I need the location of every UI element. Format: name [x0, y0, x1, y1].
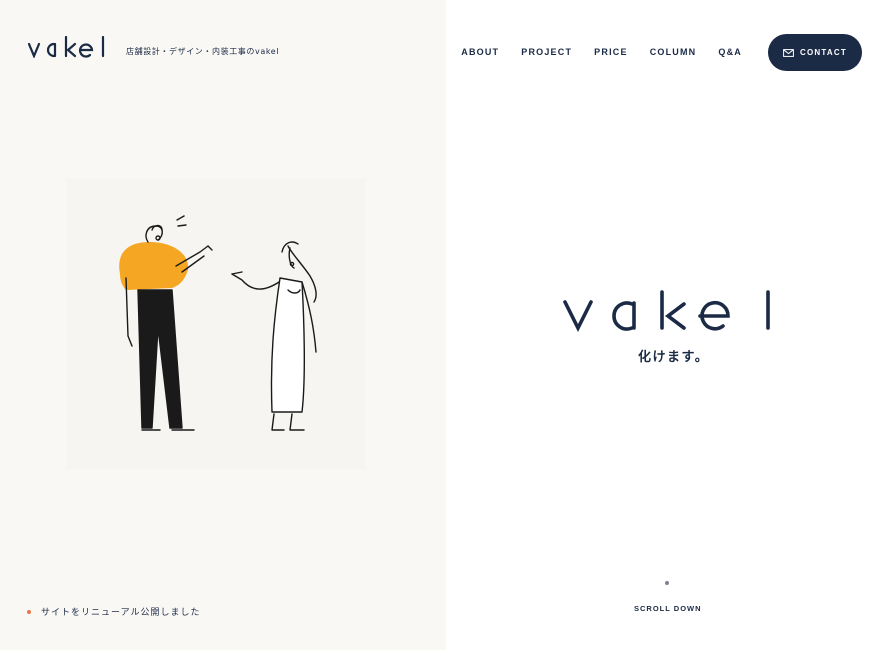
nav-item-project[interactable]: PROJECT: [521, 47, 572, 57]
nav-item-about[interactable]: ABOUT: [461, 47, 499, 57]
news-bullet: [27, 609, 31, 614]
scroll-indicator-dot: [665, 581, 669, 585]
nav-item-price[interactable]: PRICE: [594, 47, 628, 57]
site-logo[interactable]: [28, 36, 108, 58]
hero-illustration: [66, 178, 366, 470]
nav-item-column[interactable]: COLUMN: [650, 47, 697, 57]
two-people-talking-illustration: [119, 215, 317, 431]
contact-button[interactable]: CONTACT: [768, 34, 862, 71]
news-item[interactable]: サイトをリニューアル公開しました: [27, 605, 201, 618]
vakel-logo-mark: [28, 36, 105, 58]
nav-item-qa[interactable]: Q&A: [718, 47, 742, 57]
news-text: サイトをリニューアル公開しました: [41, 608, 201, 618]
hero-logo: [562, 290, 774, 332]
contact-button-label: CONTACT: [800, 48, 847, 57]
site-tagline: 店舗設計・デザイン・内装工事のvakel: [126, 47, 280, 56]
scroll-down-label[interactable]: SCROLL DOWN: [634, 604, 702, 613]
hero-subtitle: 化けます。: [638, 350, 710, 365]
main-nav: ABOUT PROJECT PRICE COLUMN Q&A: [461, 47, 742, 57]
envelope-icon: [783, 48, 794, 57]
vakel-hero-logo-mark: [563, 290, 770, 332]
